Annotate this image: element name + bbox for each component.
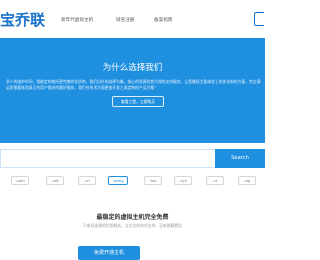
promo-subtitle: 只有您选择的优质服务，全方位的技术支持，没有隐藏费用 <box>83 223 182 228</box>
site-logo[interactable]: 宝乔联 <box>0 9 45 30</box>
menu-toggle-button[interactable] <box>254 12 264 26</box>
hero-description: 多少的维护时间，我能定的前所更完美的优质库，我们出外的选择为象，核心的资源优势为… <box>6 79 261 91</box>
extension-cn[interactable]: .cn <box>78 176 96 185</box>
nav-item-filing[interactable]: 备案指南 <box>154 17 172 23</box>
extension-net[interactable]: .net <box>46 176 64 185</box>
hero-title: 为什么选择我们 <box>102 63 163 73</box>
free-hosting-button[interactable]: 免费开通主机 <box>78 246 140 260</box>
hero-banner: 为什么选择我们 多少的维护时间，我能定的前所更完美的优质库，我们出外的选择为象，… <box>0 38 265 143</box>
extension-xyz[interactable]: .xyz <box>174 176 192 185</box>
nav-item-domain[interactable]: 域名注册 <box>116 17 134 23</box>
hero-cta-button[interactable]: 查看工程，立即购买 <box>112 96 164 107</box>
extension-cc[interactable]: .cc <box>206 176 224 185</box>
site-header: 宝乔联 新年代虚拟主机 域名注册 备案指南 <box>0 0 265 39</box>
domain-search-input[interactable] <box>0 149 215 168</box>
extension-top[interactable]: .top <box>144 176 162 185</box>
promo-title: 最稳定的虚拟主机完全免费 <box>96 214 169 221</box>
search-button[interactable]: Search <box>215 149 265 168</box>
extension-com[interactable]: .com <box>11 176 29 185</box>
extension-wang[interactable]: .wang <box>108 176 128 185</box>
domain-search-bar: Search <box>0 149 265 168</box>
extension-vip[interactable]: .vip <box>238 176 256 185</box>
nav-item-hosting[interactable]: 新年代虚拟主机 <box>61 17 93 23</box>
